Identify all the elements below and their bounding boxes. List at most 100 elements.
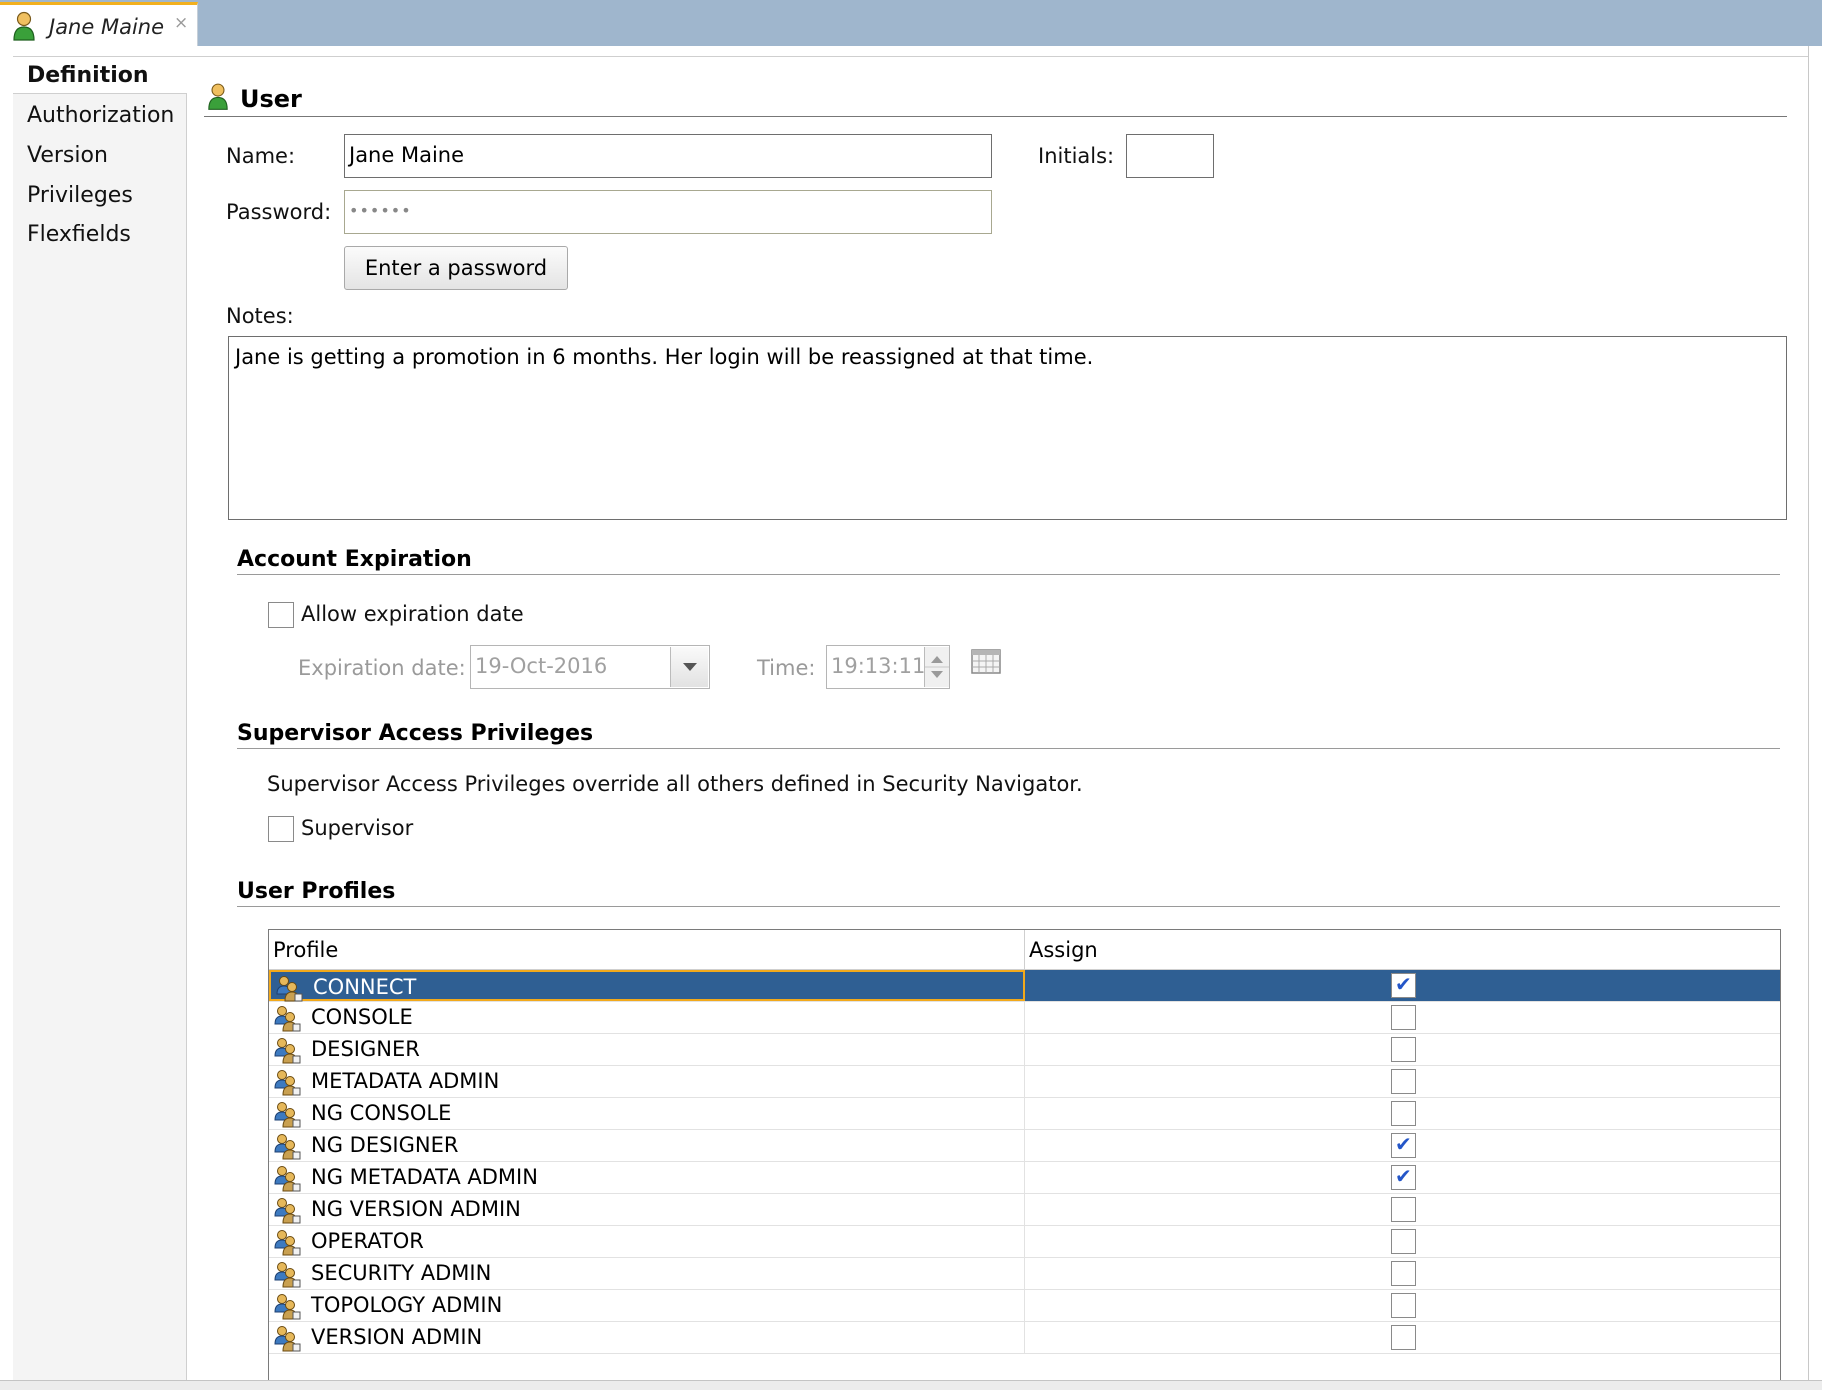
profile-name: DESIGNER	[311, 1037, 420, 1061]
assign-checkbox[interactable]	[1391, 1005, 1416, 1030]
table-row[interactable]: NG CONSOLE	[269, 1098, 1780, 1130]
profile-name: VERSION ADMIN	[311, 1325, 483, 1349]
table-row[interactable]: VERSION ADMIN	[269, 1322, 1780, 1354]
user-icon	[207, 82, 229, 111]
table-row[interactable]: DESIGNER	[269, 1034, 1780, 1066]
table-row[interactable]: TOPOLOGY ADMIN	[269, 1290, 1780, 1322]
table-row[interactable]: CONSOLE	[269, 1002, 1780, 1034]
left-navigation	[13, 56, 187, 1380]
spinner-icon	[925, 656, 949, 678]
divider	[237, 906, 1780, 907]
user-profiles-table: Profile Assign CONNECT ✔ CONSOLE DESIGNER ME…	[268, 929, 1781, 1389]
date-dropdown-button[interactable]	[670, 647, 708, 687]
profile-icon	[273, 1164, 301, 1192]
bottom-scrollbar[interactable]	[0, 1380, 1822, 1390]
divider	[204, 116, 1787, 117]
notes-label: Notes:	[226, 304, 294, 328]
name-label: Name:	[226, 144, 296, 168]
assign-checkbox[interactable]	[1391, 1261, 1416, 1286]
assign-checkbox[interactable]	[1391, 1325, 1416, 1350]
check-icon: ✔	[1395, 1164, 1412, 1188]
expiration-date-label: Expiration date:	[298, 656, 466, 680]
divider	[237, 748, 1780, 749]
profile-cell[interactable]: CONNECT	[269, 970, 1025, 1001]
profile-cell[interactable]: SECURITY ADMIN	[269, 1258, 1025, 1289]
tab-title: Jane Maine	[49, 15, 165, 39]
name-field[interactable]: Jane Maine	[344, 134, 992, 178]
allow-expiration-label: Allow expiration date	[301, 602, 524, 626]
calendar-icon[interactable]	[970, 647, 1004, 677]
table-row[interactable]: OPERATOR	[269, 1226, 1780, 1258]
profile-icon	[273, 1292, 301, 1320]
supervisor-label: Supervisor	[301, 816, 414, 840]
check-icon: ✔	[1395, 1132, 1412, 1156]
assign-checkbox[interactable]: ✔	[1391, 1132, 1416, 1158]
expiration-date-value: 19-Oct-2016	[475, 654, 608, 678]
nav-item-privileges[interactable]: Privileges	[13, 177, 187, 215]
table-header: Profile Assign	[269, 930, 1780, 970]
profile-name: NG CONSOLE	[311, 1101, 452, 1125]
profile-icon	[273, 1132, 301, 1160]
check-icon: ✔	[1395, 972, 1412, 996]
profile-name: CONSOLE	[311, 1005, 413, 1029]
assign-checkbox[interactable]: ✔	[1391, 1164, 1416, 1190]
account-expiration-heading: Account Expiration	[237, 547, 472, 572]
profile-name: NG VERSION ADMIN	[311, 1197, 521, 1221]
profile-name: SECURITY ADMIN	[311, 1261, 492, 1285]
profile-cell[interactable]: TOPOLOGY ADMIN	[269, 1290, 1025, 1321]
enter-password-button[interactable]: Enter a password	[344, 246, 568, 290]
close-icon[interactable]: ×	[174, 13, 188, 33]
profile-cell[interactable]: NG DESIGNER	[269, 1130, 1025, 1161]
profile-cell[interactable]: VERSION ADMIN	[269, 1322, 1025, 1353]
profile-cell[interactable]: DESIGNER	[269, 1034, 1025, 1065]
profile-cell[interactable]: NG VERSION ADMIN	[269, 1194, 1025, 1225]
table-row[interactable]: SECURITY ADMIN	[269, 1258, 1780, 1290]
nav-item-definition[interactable]: Definition	[13, 56, 187, 94]
time-spinner[interactable]	[924, 647, 949, 687]
profile-cell[interactable]: METADATA ADMIN	[269, 1066, 1025, 1097]
nav-item-flexfields[interactable]: Flexfields	[13, 216, 187, 254]
profile-icon	[273, 1068, 301, 1096]
assign-checkbox[interactable]	[1391, 1229, 1416, 1254]
nav-item-version[interactable]: Version	[13, 137, 187, 175]
supervisor-checkbox[interactable]	[268, 816, 294, 842]
profile-name: METADATA ADMIN	[311, 1069, 500, 1093]
profile-cell[interactable]: NG CONSOLE	[269, 1098, 1025, 1129]
initials-field[interactable]	[1126, 134, 1214, 178]
assign-checkbox[interactable]	[1391, 1069, 1416, 1094]
assign-checkbox[interactable]	[1391, 1037, 1416, 1062]
profile-icon	[273, 1036, 301, 1064]
user-icon	[12, 11, 36, 41]
assign-checkbox[interactable]	[1391, 1293, 1416, 1318]
assign-checkbox[interactable]	[1391, 1197, 1416, 1222]
tab-jane-maine[interactable]: Jane Maine ×	[0, 2, 198, 46]
divider	[237, 574, 1780, 575]
nav-item-authorization[interactable]: Authorization	[13, 97, 187, 135]
password-label: Password:	[226, 200, 332, 224]
user-profiles-heading: User Profiles	[237, 879, 396, 904]
profile-icon	[273, 1004, 301, 1032]
supervisor-description: Supervisor Access Privileges override al…	[267, 772, 1083, 796]
table-row[interactable]: NG DESIGNER ✔	[269, 1130, 1780, 1162]
profile-cell[interactable]: OPERATOR	[269, 1226, 1025, 1257]
table-row[interactable]: NG METADATA ADMIN ✔	[269, 1162, 1780, 1194]
profile-icon	[273, 1260, 301, 1288]
profile-name: TOPOLOGY ADMIN	[311, 1293, 503, 1317]
profile-icon	[273, 1228, 301, 1256]
table-row[interactable]: CONNECT ✔	[269, 970, 1780, 1002]
user-heading: User	[240, 85, 302, 113]
table-row[interactable]: NG VERSION ADMIN	[269, 1194, 1780, 1226]
password-field[interactable]: ••••••	[344, 190, 992, 234]
assign-checkbox[interactable]	[1391, 1101, 1416, 1126]
profile-cell[interactable]: CONSOLE	[269, 1002, 1025, 1033]
assign-checkbox[interactable]: ✔	[1391, 972, 1416, 998]
column-header-profile[interactable]: Profile	[269, 930, 1025, 970]
notes-textarea[interactable]: Jane is getting a promotion in 6 months.…	[228, 336, 1787, 520]
table-row[interactable]: METADATA ADMIN	[269, 1066, 1780, 1098]
profile-cell[interactable]: NG METADATA ADMIN	[269, 1162, 1025, 1193]
column-header-assign[interactable]: Assign	[1025, 930, 1780, 970]
time-label: Time:	[757, 656, 816, 680]
allow-expiration-checkbox[interactable]	[268, 602, 294, 628]
chevron-down-icon	[683, 663, 697, 671]
profile-icon	[275, 974, 303, 1002]
